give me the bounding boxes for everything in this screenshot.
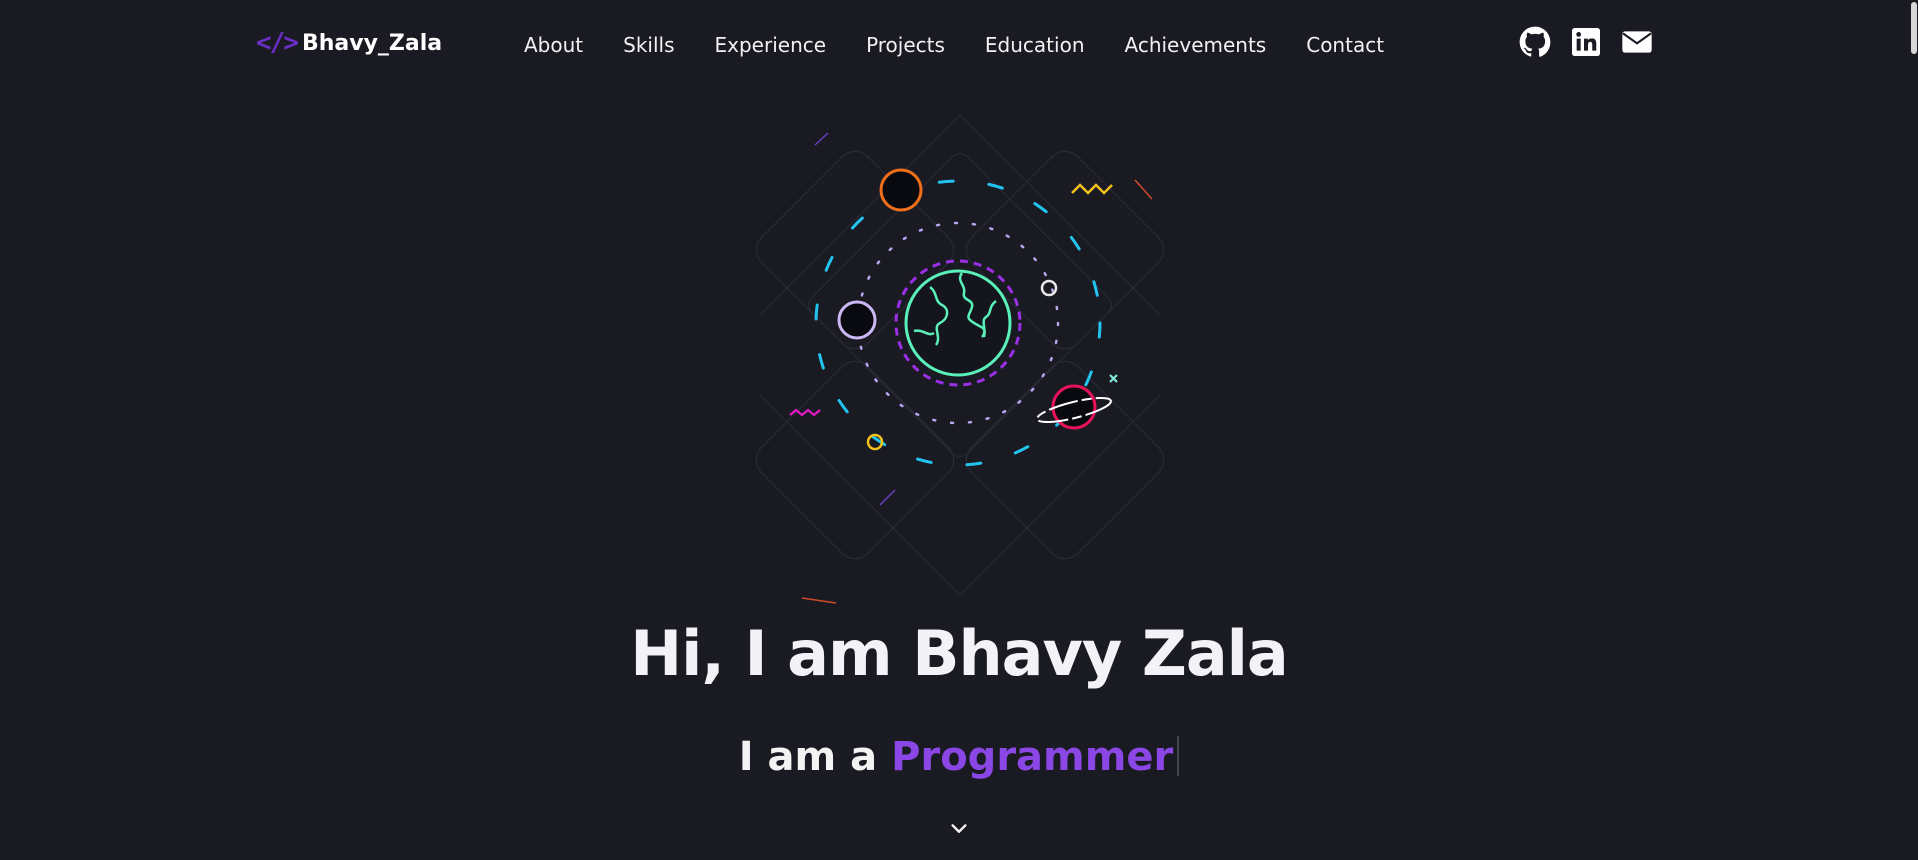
- space-illustration: [755, 114, 1165, 604]
- nav-link-projects[interactable]: Projects: [866, 33, 945, 57]
- logo-link[interactable]: </> Bhavy_Zala: [256, 28, 442, 58]
- hero-illustration: [700, 95, 1220, 615]
- hero-title: Hi, I am Bhavy Zala: [630, 617, 1289, 690]
- cyan-cross: [1109, 374, 1118, 383]
- hero-subtitle: I am a Programmer: [0, 734, 1918, 780]
- logo-text: Bhavy_Zala: [301, 30, 443, 56]
- nav-link-about[interactable]: About: [524, 33, 583, 57]
- nav-link-skills[interactable]: Skills: [623, 33, 674, 57]
- orange-planet: [879, 168, 923, 212]
- ringed-planet: [1036, 384, 1112, 430]
- github-icon[interactable]: [1519, 26, 1551, 58]
- linkedin-icon[interactable]: [1570, 26, 1602, 58]
- nav-link-experience[interactable]: Experience: [715, 33, 827, 57]
- mail-icon[interactable]: [1621, 26, 1653, 58]
- subtitle-prefix: I am a: [738, 734, 878, 780]
- lavender-planet: [837, 300, 877, 340]
- yellow-zigzag: [1071, 183, 1113, 195]
- code-icon: </>: [256, 28, 299, 58]
- page: </> Bhavy_Zala About Skills Experience P…: [0, 0, 1918, 860]
- nav-links: About Skills Experience Projects Educati…: [524, 33, 1384, 57]
- navbar: </> Bhavy_Zala About Skills Experience P…: [0, 0, 1918, 92]
- chevron-down-icon: [951, 824, 967, 833]
- nav-link-education[interactable]: Education: [985, 33, 1085, 57]
- social-links: [1519, 26, 1653, 58]
- earth-icon: [904, 269, 1012, 377]
- typewriter-caret: [1177, 736, 1180, 776]
- nav-link-achievements[interactable]: Achievements: [1125, 33, 1267, 57]
- typewriter-role: Programmer: [891, 734, 1174, 780]
- scrollbar-thumb[interactable]: [1911, 2, 1917, 54]
- scroll-down-button[interactable]: [948, 818, 970, 840]
- nav-link-contact[interactable]: Contact: [1306, 33, 1384, 57]
- small-white-planet: [1040, 279, 1058, 297]
- scrollbar[interactable]: [1910, 0, 1918, 860]
